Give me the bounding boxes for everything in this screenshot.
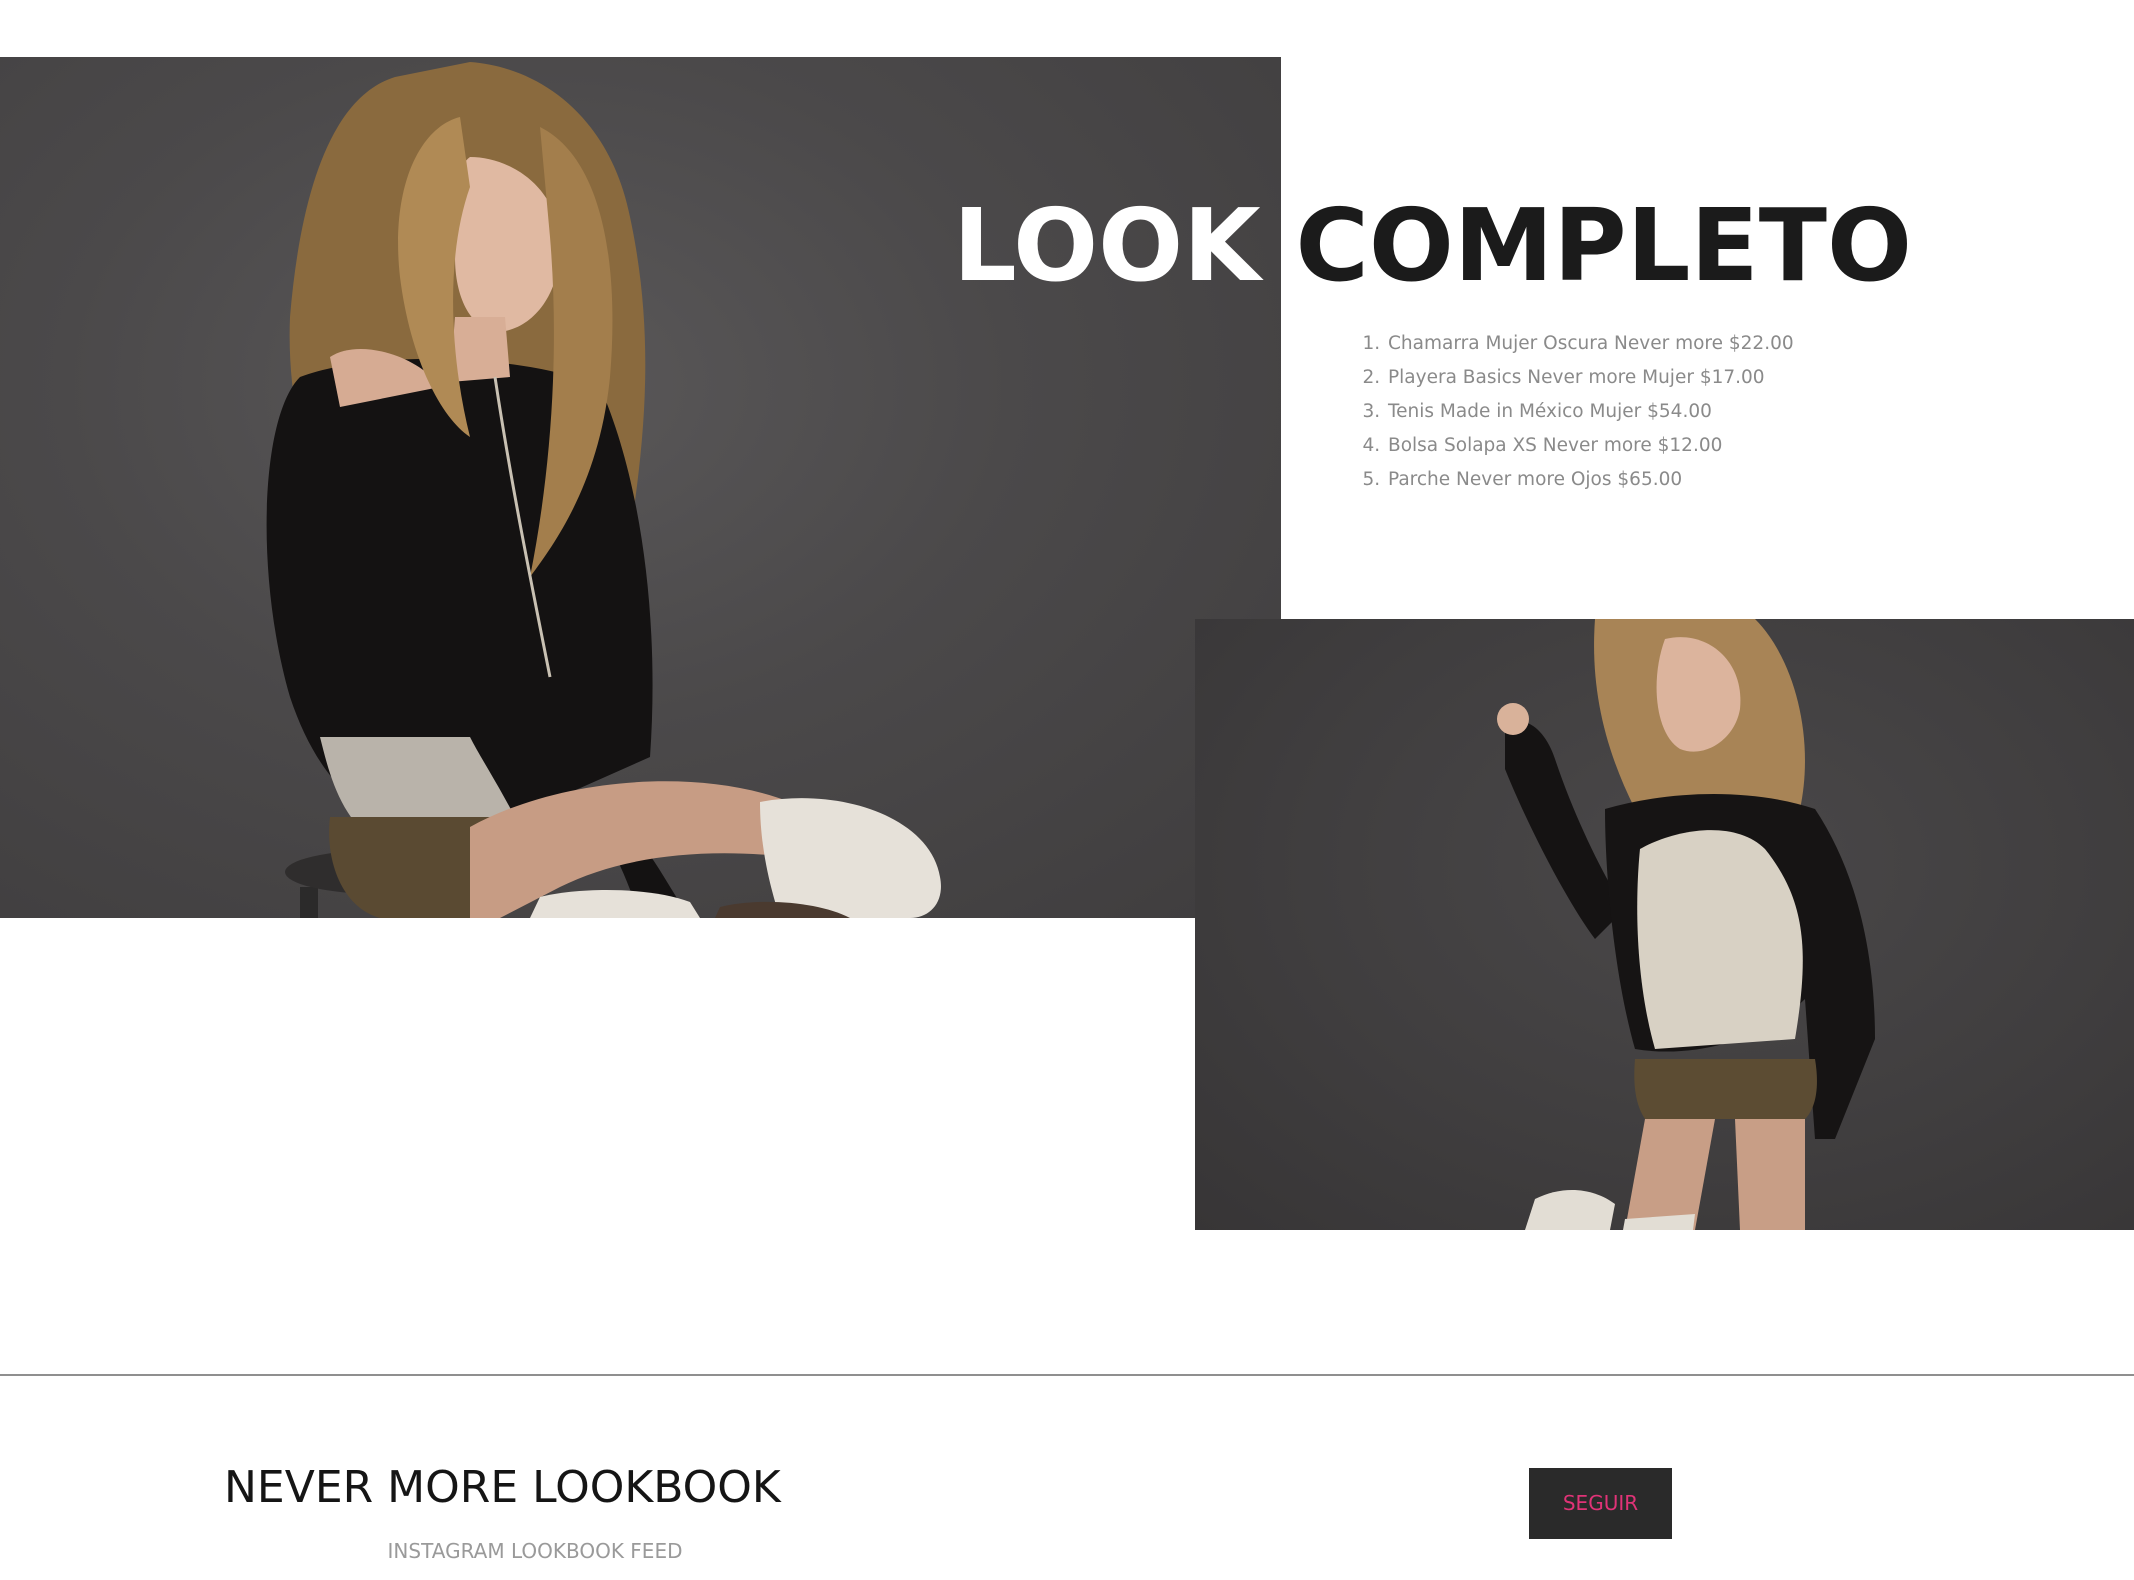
look-completo-heading: LOOK COMPLETO [953, 176, 1912, 316]
lookbook-subtitle: INSTAGRAM LOOKBOOK FEED [387, 1539, 683, 1563]
product-list-item: Chamarra Mujer Oscura Never more $22.00 [1386, 327, 1794, 361]
product-list-item: Tenis Made in México Mujer $54.00 [1386, 395, 1794, 429]
heading-word-completo: COMPLETO [1295, 187, 1912, 304]
heading-word-look: LOOK [953, 187, 1261, 304]
follow-button[interactable]: SEGUIR [1529, 1468, 1672, 1539]
lookbook-photo-standing-model [1195, 619, 2134, 1230]
lookbook-title: NEVER MORE LOOKBOOK [224, 1462, 781, 1513]
product-list-item: Parche Never more Ojos $65.00 [1386, 463, 1794, 497]
product-list-item: Bolsa Solapa XS Never more $12.00 [1386, 429, 1794, 463]
product-list-item: Playera Basics Never more Mujer $17.00 [1386, 361, 1794, 395]
section-divider [0, 1374, 2134, 1376]
product-list: Chamarra Mujer Oscura Never more $22.00 … [1360, 327, 1794, 497]
standing-model-figure [1497, 619, 1875, 1230]
